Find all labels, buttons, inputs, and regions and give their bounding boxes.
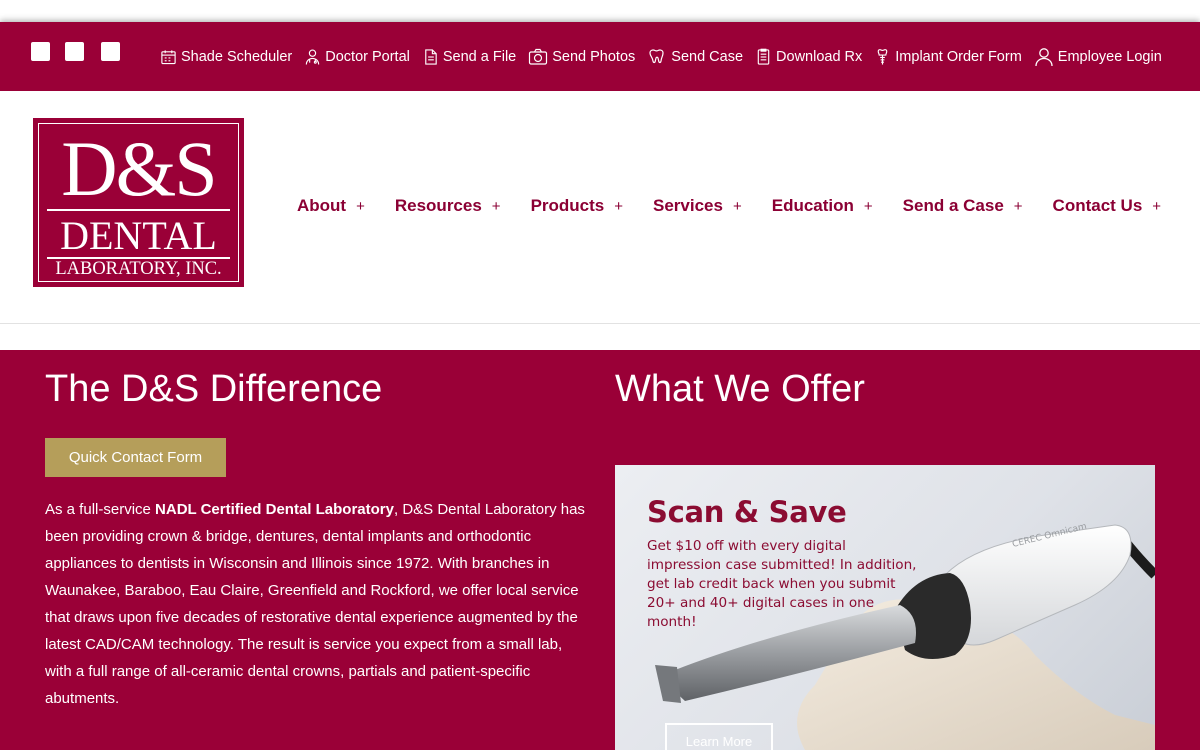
file-icon — [425, 48, 437, 65]
nav-item-education[interactable]: Education + — [772, 196, 873, 216]
camera-icon — [529, 48, 548, 65]
document-icon — [757, 48, 770, 65]
nav-item-contact-us[interactable]: Contact Us + — [1053, 196, 1162, 216]
nav-item-label: About — [297, 196, 347, 215]
expand-icon[interactable]: + — [733, 198, 742, 215]
expand-icon[interactable]: + — [864, 198, 873, 215]
nav-item-label: Products — [530, 196, 605, 215]
utility-link-label: Send Case — [671, 48, 744, 65]
utility-link-label: Download Rx — [776, 48, 863, 65]
site-header: D&S DENTAL LABORATORY, INC. About + Reso… — [0, 91, 1200, 324]
logo-laboratory-text: LABORATORY, INC. — [55, 259, 222, 279]
linkedin-icon[interactable] — [101, 42, 120, 61]
utility-bar: Shade Scheduler Doctor Portal Send a Fil… — [0, 22, 1200, 91]
quick-contact-button[interactable]: Quick Contact Form — [45, 438, 226, 477]
utility-link-send-case[interactable]: Send Case — [647, 47, 743, 67]
expand-icon[interactable]: + — [1014, 198, 1023, 215]
utility-link-label: Employee Login — [1057, 48, 1162, 65]
utility-link-send-file[interactable]: Send a File — [422, 48, 516, 66]
nav-item-products[interactable]: Products + — [531, 196, 623, 216]
twitter-icon[interactable] — [65, 42, 84, 61]
section-title-offer: What We Offer — [615, 368, 865, 410]
utility-link-label: Doctor Portal — [325, 48, 410, 65]
intro-paragraph: As a full-service NADL Certified Dental … — [45, 496, 590, 712]
logo-divider — [47, 209, 230, 211]
promo-title: Scan & Save — [647, 495, 847, 529]
learn-more-button[interactable]: Learn More — [665, 723, 773, 750]
nav-item-send-a-case[interactable]: Send a Case + — [903, 196, 1023, 216]
implant-icon — [877, 48, 888, 65]
main-content: The D&S Difference What We Offer Quick C… — [0, 350, 1200, 750]
utility-link-label: Implant Order Form — [895, 48, 1022, 65]
utility-link-label: Send a File — [442, 48, 517, 65]
expand-icon[interactable]: + — [1152, 198, 1161, 215]
nav-item-resources[interactable]: Resources + — [395, 196, 501, 216]
section-title-difference: The D&S Difference — [45, 368, 383, 410]
utility-nav: Shade Scheduler Doctor Portal Send a Fil… — [160, 22, 1174, 91]
logo[interactable]: D&S DENTAL LABORATORY, INC. — [33, 118, 244, 287]
utility-link-shade-scheduler[interactable]: Shade Scheduler — [160, 48, 292, 66]
facebook-icon[interactable] — [31, 42, 50, 61]
nav-item-services[interactable]: Services + — [653, 196, 742, 216]
utility-link-implant-order-form[interactable]: Implant Order Form — [874, 48, 1022, 66]
logo-ds-text: D&S — [61, 125, 217, 212]
calendar-icon — [161, 49, 176, 64]
expand-icon[interactable]: + — [492, 198, 501, 215]
tooth-icon — [649, 48, 664, 63]
nav-item-label: Education — [771, 196, 854, 215]
expand-icon[interactable]: + — [356, 198, 365, 215]
main-nav: About + Resources + Products + Services … — [297, 196, 1191, 216]
nav-item-label: Services — [653, 196, 723, 215]
nav-item-label: Send a Case — [902, 196, 1004, 215]
utility-link-employee-login[interactable]: Employee Login — [1034, 47, 1162, 67]
nadl-certified-text: NADL Certified Dental Laboratory — [155, 501, 394, 518]
intro-text: As a full-service — [45, 501, 156, 518]
doctor-icon — [306, 49, 320, 65]
utility-link-label: Shade Scheduler — [181, 48, 293, 65]
logo-border: D&S DENTAL LABORATORY, INC. — [38, 123, 239, 282]
user-icon — [1035, 47, 1053, 66]
intro-text-rest: , D&S Dental Laboratory has been providi… — [45, 501, 585, 707]
nav-item-about[interactable]: About + — [297, 196, 365, 216]
expand-icon[interactable]: + — [614, 198, 623, 215]
utility-link-doctor-portal[interactable]: Doctor Portal — [304, 48, 410, 66]
promo-text: Get $10 off with every digital impressio… — [647, 538, 917, 630]
utility-link-send-photos[interactable]: Send Photos — [528, 47, 635, 67]
nav-item-label: Resources — [394, 196, 482, 215]
logo-dental-text: DENTAL — [60, 213, 217, 258]
nav-item-label: Contact Us — [1052, 196, 1143, 215]
scan-save-banner[interactable]: CEREC Omnicam Scan & Save Get $10 off wi… — [615, 465, 1155, 750]
utility-link-label: Send Photos — [552, 48, 636, 65]
utility-link-download-rx[interactable]: Download Rx — [755, 48, 862, 66]
